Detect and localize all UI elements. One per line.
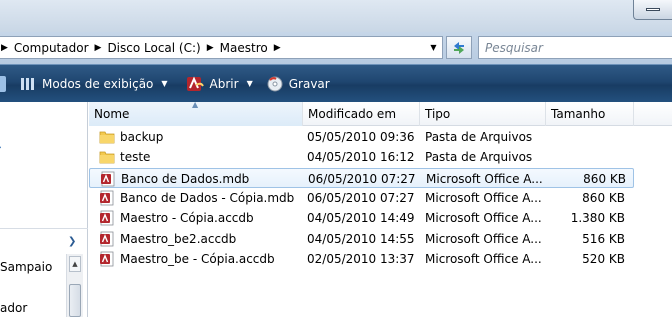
breadcrumb-chevron-icon[interactable]: ▶ xyxy=(268,43,287,53)
file-name: Maestro - Cópia.accdb xyxy=(120,211,254,226)
refresh-icon xyxy=(454,41,464,54)
file-name: teste xyxy=(120,150,151,165)
nav-link-chevron-icon[interactable]: › xyxy=(0,140,2,154)
file-name-cell[interactable]: Maestro - Cópia.accdb xyxy=(99,208,301,228)
burn-label: Gravar xyxy=(288,76,330,91)
file-type: Pasta de Arquivos xyxy=(425,150,533,165)
file-modified: 04/05/2010 16:12 xyxy=(307,150,415,165)
breadcrumb-root-chevron-icon[interactable]: ▶ xyxy=(0,43,14,53)
file-modified: 04/05/2010 14:55 xyxy=(307,231,415,246)
file-name: Maestro_be2.accdb xyxy=(120,231,237,246)
views-label: Modos de exibição xyxy=(42,76,154,91)
breadcrumb-chevron-icon[interactable]: ▶ xyxy=(201,43,220,53)
file-type: Microsoft Office A... xyxy=(425,190,542,205)
breadcrumb-chevron-icon[interactable]: ▶ xyxy=(89,43,108,53)
breadcrumb-maestro[interactable]: Maestro xyxy=(220,37,268,58)
sort-ascending-icon: ▲ xyxy=(192,100,199,109)
minimize-icon xyxy=(646,8,660,11)
views-dropdown-icon[interactable]: ▼ xyxy=(161,79,167,88)
file-modified: 06/05/2010 07:27 xyxy=(307,190,415,205)
nav-scrollbar[interactable]: ▲ xyxy=(66,254,83,317)
breadcrumb-disco-local[interactable]: Disco Local (C:) xyxy=(107,37,200,58)
column-type-label: Tipo xyxy=(425,107,451,121)
access-file-icon xyxy=(100,190,114,206)
file-name: Banco de Dados.mdb xyxy=(121,171,250,186)
burn-button[interactable]: Gravar xyxy=(263,65,334,102)
file-size: 520 KB xyxy=(582,251,625,266)
nav-item-sampaio[interactable]: Sampaio xyxy=(0,260,52,274)
access-file-icon xyxy=(100,251,114,267)
file-row[interactable]: Maestro_be2.accdb 04/05/2010 14:55 Microso… xyxy=(89,229,634,249)
file-name: Maestro_be - Cópia.accdb xyxy=(120,251,275,266)
file-size: 860 KB xyxy=(583,171,626,186)
file-row[interactable]: Maestro - Cópia.accdb 04/05/2010 14:49 Mic… xyxy=(89,208,634,228)
column-header-modified[interactable]: Modificado em xyxy=(303,102,420,126)
column-header-row: ▲ Nome Modificado em Tipo Tamanho xyxy=(89,100,672,126)
file-type: Microsoft Office A... xyxy=(425,211,542,226)
column-name-label: Nome xyxy=(94,107,130,121)
file-size xyxy=(549,147,627,167)
file-modified: 04/05/2010 14:49 xyxy=(307,211,415,226)
file-name: Banco de Dados - Cópia.mdb xyxy=(120,190,295,205)
nav-item-ador[interactable]: ador xyxy=(0,301,27,315)
file-row[interactable]: teste 04/05/2010 16:12 Pasta de Arquivos xyxy=(89,147,634,167)
folder-icon xyxy=(99,131,115,144)
open-button[interactable]: Abrir ▼ xyxy=(182,65,257,102)
address-dropdown-icon[interactable]: ▼ xyxy=(425,37,442,58)
folders-collapse-icon[interactable]: ❯ xyxy=(68,236,76,247)
file-row[interactable]: backup 05/05/2010 09:36 Pasta de Arquivos xyxy=(89,127,634,147)
access-file-icon xyxy=(101,171,115,186)
column-size-label: Tamanho xyxy=(551,107,606,121)
file-name-cell[interactable]: backup xyxy=(99,127,301,147)
search-input[interactable]: Pesquisar xyxy=(478,36,672,59)
file-name-cell[interactable]: Maestro_be2.accdb xyxy=(99,229,301,249)
file-row[interactable]: Banco de Dados - Cópia.mdb 06/05/2010 07:… xyxy=(89,188,634,208)
file-name-cell[interactable]: teste xyxy=(99,147,301,167)
column-modified-label: Modificado em xyxy=(308,107,397,121)
file-modified: 06/05/2010 07:27 xyxy=(308,171,416,186)
navigation-pane: › ❯ Sampaio ador ▲ xyxy=(0,102,88,317)
file-list: ▲ Nome Modificado em Tipo Tamanho backup… xyxy=(89,100,672,317)
file-name-cell[interactable]: Banco de Dados.mdb xyxy=(100,169,302,189)
file-name: backup xyxy=(120,130,164,144)
address-row: ▶ Computador ▶ Disco Local (C:) ▶ Maestr… xyxy=(0,32,672,64)
column-header-size[interactable]: Tamanho xyxy=(546,102,634,126)
open-dropdown-icon[interactable]: ▼ xyxy=(247,79,253,88)
access-file-icon xyxy=(100,210,114,226)
access-open-icon xyxy=(186,76,204,91)
file-size: 516 KB xyxy=(582,231,625,246)
file-row[interactable]: Maestro_be - Cópia.accdb 02/05/2010 13:37… xyxy=(89,249,634,269)
access-file-icon xyxy=(100,231,114,246)
file-modified: 02/05/2010 13:37 xyxy=(307,251,415,266)
nav-scroll-thumb[interactable] xyxy=(69,284,81,317)
file-row[interactable]: Banco de Dados.mdb 06/05/2010 07:27 Micros… xyxy=(89,167,634,189)
file-name-cell[interactable]: Banco de Dados - Cópia.mdb xyxy=(99,188,301,208)
title-bar xyxy=(0,0,672,32)
file-modified: 05/05/2010 09:36 xyxy=(307,130,415,144)
file-size: 860 KB xyxy=(582,190,625,205)
nav-divider xyxy=(0,228,88,229)
file-type: Pasta de Arquivos xyxy=(425,130,533,144)
file-name-cell[interactable]: Maestro_be - Cópia.accdb xyxy=(99,249,301,269)
command-bar: Modos de exibição ▼ Abrir ▼ Gravar xyxy=(0,64,672,102)
organize-edge-icon[interactable] xyxy=(0,75,6,92)
burn-disc-icon xyxy=(267,76,283,91)
views-button[interactable]: Modos de exibição ▼ xyxy=(16,65,172,102)
file-size: 1.380 KB xyxy=(570,211,625,226)
file-type: Microsoft Office A... xyxy=(425,251,542,266)
views-icon xyxy=(21,77,34,90)
folder-icon xyxy=(99,151,115,164)
refresh-button[interactable] xyxy=(446,36,472,59)
file-type: Microsoft Office A... xyxy=(425,231,542,246)
open-label: Abrir xyxy=(209,76,239,91)
address-bar[interactable]: ▶ Computador ▶ Disco Local (C:) ▶ Maestr… xyxy=(0,36,443,59)
column-header-type[interactable]: Tipo xyxy=(420,102,546,126)
file-size xyxy=(549,127,627,147)
column-header-name[interactable]: ▲ Nome xyxy=(89,100,303,126)
scroll-up-icon[interactable]: ▲ xyxy=(69,256,81,272)
breadcrumb-computador[interactable]: Computador xyxy=(14,37,89,58)
file-type: Microsoft Office A... xyxy=(426,171,543,186)
minimize-button[interactable] xyxy=(633,0,672,20)
